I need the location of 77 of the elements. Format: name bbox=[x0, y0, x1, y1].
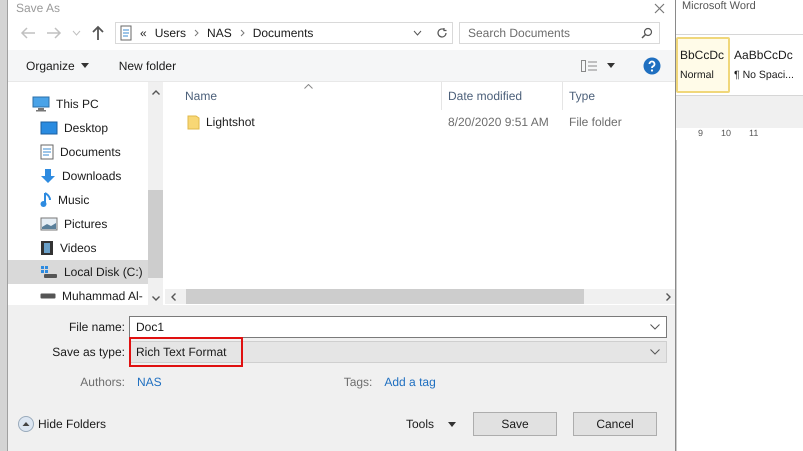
nav-item[interactable]: This PC bbox=[8, 92, 148, 116]
caret-up-icon[interactable] bbox=[152, 90, 160, 95]
window-title: Save As bbox=[16, 2, 60, 14]
column-header[interactable]: Name bbox=[165, 82, 441, 110]
overflow-chevron[interactable]: « bbox=[140, 24, 147, 42]
caret-right-icon[interactable] bbox=[666, 292, 671, 300]
breadcrumb[interactable]: Documents bbox=[252, 24, 314, 42]
style-gallery-item[interactable]: AaBbCcDc ¶ No Spaci... bbox=[730, 37, 800, 93]
file-name-field[interactable]: Doc1 bbox=[129, 316, 667, 338]
search-field[interactable]: Search Documents bbox=[459, 22, 660, 44]
view-list-icon[interactable] bbox=[581, 60, 597, 72]
file-name[interactable]: Lightshot bbox=[206, 113, 255, 131]
drive-icon bbox=[40, 293, 56, 299]
authors-link[interactable]: NAS bbox=[137, 373, 162, 391]
type-cell-text: File folder bbox=[568, 114, 623, 131]
field-label: Authors: bbox=[79, 374, 126, 391]
column-header[interactable]: Type bbox=[562, 82, 675, 110]
hide-folders-button[interactable]: Hide Folders bbox=[18, 415, 106, 433]
date-cell-text: 8/20/2020 9:51 AM bbox=[447, 114, 550, 131]
new-folder-button[interactable]: New folder bbox=[118, 56, 176, 74]
sort-caret-icon bbox=[304, 84, 313, 89]
ruler-number: 9 bbox=[698, 127, 704, 140]
nav-item[interactable]: Pictures bbox=[8, 212, 148, 236]
app-title: Microsoft Word bbox=[681, 0, 757, 14]
drive-icon bbox=[40, 265, 58, 279]
chevron-icon bbox=[194, 29, 200, 37]
cancel-button[interactable]: Cancel bbox=[573, 412, 657, 436]
scrollbar-thumb[interactable] bbox=[148, 190, 163, 278]
caret-icon[interactable] bbox=[607, 63, 615, 68]
field-label: Tags: bbox=[344, 374, 372, 391]
ruler-number: 10 bbox=[721, 127, 732, 140]
breadcrumb[interactable]: Users bbox=[154, 24, 186, 42]
tools-button[interactable]: Tools bbox=[406, 415, 456, 433]
field-label: File name: bbox=[68, 319, 126, 336]
folder-icon bbox=[187, 114, 200, 130]
down-arrow-icon bbox=[40, 168, 56, 184]
document-icon bbox=[120, 25, 132, 41]
chevron-icon bbox=[240, 29, 245, 37]
caret-icon[interactable] bbox=[413, 30, 422, 36]
help-icon[interactable] bbox=[643, 56, 661, 74]
monitor-icon bbox=[40, 121, 58, 135]
organize-button[interactable]: Organize bbox=[26, 56, 89, 74]
caret-icon bbox=[650, 349, 660, 355]
address-bar[interactable]: « Users NAS Documents bbox=[115, 22, 453, 44]
up-arrow-icon[interactable] bbox=[91, 25, 105, 41]
nav-item[interactable]: Videos bbox=[8, 236, 148, 260]
field-label: Save as type: bbox=[51, 344, 126, 361]
caret-left-icon[interactable] bbox=[171, 292, 176, 300]
film-icon bbox=[40, 240, 54, 256]
nav-item[interactable]: Muhammad Al- bbox=[8, 284, 148, 305]
scrollbar-thumb[interactable] bbox=[186, 289, 584, 304]
ruler-number: 11 bbox=[749, 127, 758, 140]
close-icon[interactable] bbox=[654, 2, 665, 14]
save-button[interactable]: Save bbox=[473, 412, 557, 436]
nav-item[interactable]: Documents bbox=[8, 140, 148, 164]
picture-icon bbox=[40, 217, 58, 231]
caret-down-icon[interactable] bbox=[152, 296, 160, 301]
nav-item[interactable]: Downloads bbox=[8, 164, 148, 188]
style-gallery-item[interactable]: BbCcDc Normal bbox=[676, 37, 730, 93]
computer-icon bbox=[32, 96, 50, 112]
refresh-icon[interactable] bbox=[436, 27, 448, 39]
tags-link[interactable]: Add a tag bbox=[384, 373, 436, 391]
search-icon[interactable] bbox=[641, 27, 653, 39]
column-header[interactable]: Date modified bbox=[441, 82, 562, 110]
breadcrumb[interactable]: NAS bbox=[207, 24, 232, 42]
caret-icon bbox=[80, 63, 89, 68]
collapse-icon bbox=[18, 416, 34, 432]
music-note-icon bbox=[40, 192, 52, 208]
nav-item[interactable]: Local Disk (C:) bbox=[8, 260, 148, 284]
caret-icon bbox=[448, 422, 456, 426]
caret-icon bbox=[650, 324, 660, 330]
vertical-scrollbar[interactable] bbox=[148, 82, 163, 305]
nav-item[interactable]: Desktop bbox=[8, 116, 148, 140]
type-dropdown[interactable]: Rich Text Format bbox=[129, 341, 667, 363]
nav-item[interactable]: Music bbox=[8, 188, 148, 212]
horizontal-scrollbar[interactable] bbox=[165, 289, 675, 304]
document-icon bbox=[40, 144, 54, 160]
